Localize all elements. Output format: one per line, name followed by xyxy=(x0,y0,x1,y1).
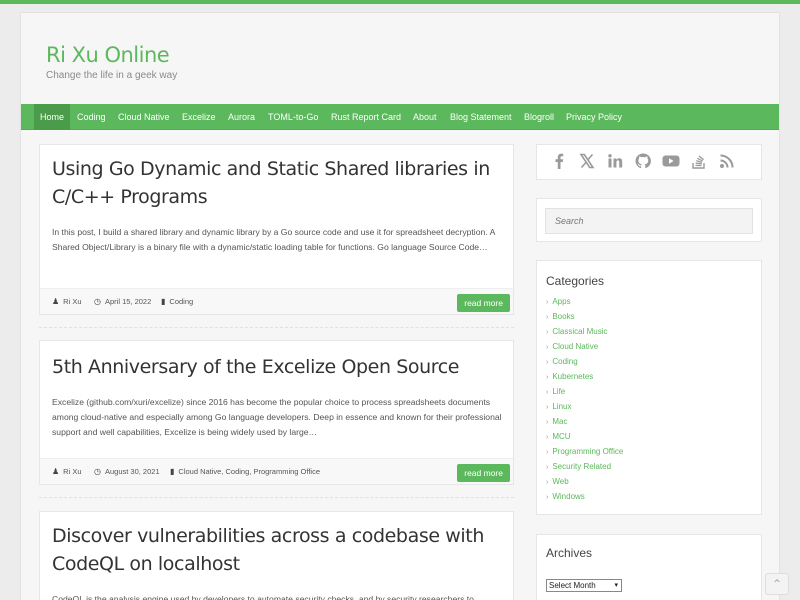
category-link[interactable]: › Cloud Native xyxy=(546,341,598,353)
post-author[interactable]: ♟ Ri Xu xyxy=(52,289,82,315)
site-title[interactable]: Ri Xu Online xyxy=(46,43,170,67)
nav-item-privacy-policy[interactable]: Privacy Policy xyxy=(566,104,622,130)
category-link[interactable]: › Mac xyxy=(546,416,567,428)
chevron-right-icon: › xyxy=(546,359,549,366)
post-meta-bar: ♟ Ri Xu ◷ August 30, 2021 ▮ Cloud Native, C… xyxy=(40,458,513,484)
folder-icon: ▮ xyxy=(161,297,166,306)
chevron-right-icon: › xyxy=(546,404,549,411)
top-accent-strip xyxy=(0,0,800,4)
post-date[interactable]: ◷ April 15, 2022 xyxy=(94,289,151,315)
post-divider xyxy=(39,327,514,328)
post-categories[interactable]: ▮ Cloud Native, Coding, Programming Offic… xyxy=(170,459,320,485)
github-icon[interactable] xyxy=(633,153,653,173)
nav-item-cloud-native[interactable]: Cloud Native xyxy=(118,104,170,130)
post-card: Discover vulnerabilities across a codeba… xyxy=(39,511,514,600)
category-link[interactable]: › Kubernetes xyxy=(546,371,593,383)
search-widget xyxy=(536,198,762,242)
category-link[interactable]: › Windows xyxy=(546,491,585,503)
clock-icon: ◷ xyxy=(94,467,101,476)
post-title[interactable]: 5th Anniversary of the Excelize Open Sou… xyxy=(52,353,512,381)
social-widget xyxy=(536,144,762,180)
post-card: 5th Anniversary of the Excelize Open Sou… xyxy=(39,340,514,485)
nav-item-aurora[interactable]: Aurora xyxy=(228,104,255,130)
category-link[interactable]: › Web xyxy=(546,476,569,488)
post-author[interactable]: ♟ Ri Xu xyxy=(52,459,82,485)
archives-widget: Archives Select Month ▾ xyxy=(536,534,762,600)
site-description: Change the life in a geek way xyxy=(46,70,178,81)
chevron-right-icon: › xyxy=(546,464,549,471)
category-link[interactable]: › Books xyxy=(546,311,575,323)
nav-item-toml-to-go[interactable]: TOML-to-Go xyxy=(268,104,318,130)
youtube-icon[interactable] xyxy=(661,153,681,173)
x-twitter-icon[interactable] xyxy=(577,153,597,173)
chevron-right-icon: › xyxy=(546,419,549,426)
chevron-right-icon: › xyxy=(546,389,549,396)
user-icon: ♟ xyxy=(52,297,60,306)
search-input[interactable] xyxy=(545,208,753,234)
chevron-right-icon: › xyxy=(546,434,549,441)
stackoverflow-icon[interactable] xyxy=(689,153,709,173)
nav-item-about[interactable]: About xyxy=(413,104,437,130)
post-title[interactable]: Using Go Dynamic and Static Shared libra… xyxy=(52,155,512,211)
post-categories[interactable]: ▮ Coding xyxy=(161,289,193,315)
linkedin-icon[interactable] xyxy=(605,153,625,173)
categories-title: Categories xyxy=(546,274,605,288)
nav-item-home[interactable]: Home xyxy=(34,104,71,130)
page-container: Ri Xu Online Change the life in a geek w… xyxy=(20,12,780,600)
post-excerpt: CodeQL is the analysis engine used by de… xyxy=(52,594,474,600)
main-nav: Home Coding Cloud Native Excelize Aurora… xyxy=(21,104,779,130)
post-date[interactable]: ◷ August 30, 2021 xyxy=(94,459,160,485)
category-link[interactable]: › Coding xyxy=(546,356,578,368)
post-card: Using Go Dynamic and Static Shared libra… xyxy=(39,144,514,315)
rss-icon[interactable] xyxy=(717,153,737,173)
user-icon: ♟ xyxy=(52,467,60,476)
read-more-button[interactable]: read more xyxy=(457,294,510,312)
nav-item-coding[interactable]: Coding xyxy=(77,104,106,130)
category-link[interactable]: › MCU xyxy=(546,431,571,443)
read-more-button[interactable]: read more xyxy=(457,464,510,482)
category-link[interactable]: › Programming Office xyxy=(546,446,623,458)
chevron-down-icon: ▾ xyxy=(614,582,618,589)
chevron-right-icon: › xyxy=(546,479,549,486)
nav-item-rust-report-card[interactable]: Rust Report Card xyxy=(331,104,401,130)
chevron-right-icon: › xyxy=(546,329,549,336)
nav-item-excelize[interactable]: Excelize xyxy=(182,104,216,130)
chevron-right-icon: › xyxy=(546,344,549,351)
category-link[interactable]: › Classical Music xyxy=(546,326,607,338)
folder-icon: ▮ xyxy=(170,467,175,476)
chevron-right-icon: › xyxy=(546,449,549,456)
facebook-icon[interactable] xyxy=(549,153,569,173)
back-to-top-button[interactable]: ⌃ xyxy=(765,573,789,595)
chevron-up-icon: ⌃ xyxy=(771,577,783,591)
nav-item-blog-statement[interactable]: Blog Statement xyxy=(450,104,512,130)
chevron-right-icon: › xyxy=(546,299,549,306)
clock-icon: ◷ xyxy=(94,297,101,306)
post-meta-bar: ♟ Ri Xu ◷ April 15, 2022 ▮ Coding read more xyxy=(40,288,513,314)
category-link[interactable]: › Apps xyxy=(546,296,571,308)
post-title[interactable]: Discover vulnerabilities across a codeba… xyxy=(52,522,512,578)
archive-month-select[interactable]: Select Month ▾ xyxy=(546,579,622,592)
post-divider xyxy=(39,497,514,498)
chevron-right-icon: › xyxy=(546,314,549,321)
categories-widget: Categories › Apps › Books › Classical Music… xyxy=(536,260,762,515)
category-link[interactable]: › Linux xyxy=(546,401,571,413)
post-excerpt: Excelize (github.com/xuri/excelize) sinc… xyxy=(52,397,502,437)
category-link[interactable]: › Security Related xyxy=(546,461,611,473)
chevron-right-icon: › xyxy=(546,374,549,381)
nav-item-blogroll[interactable]: Blogroll xyxy=(524,104,554,130)
archives-title: Archives xyxy=(546,546,593,560)
chevron-right-icon: › xyxy=(546,494,549,501)
post-excerpt: In this post, I build a shared library a… xyxy=(52,227,495,252)
category-link[interactable]: › Life xyxy=(546,386,565,398)
